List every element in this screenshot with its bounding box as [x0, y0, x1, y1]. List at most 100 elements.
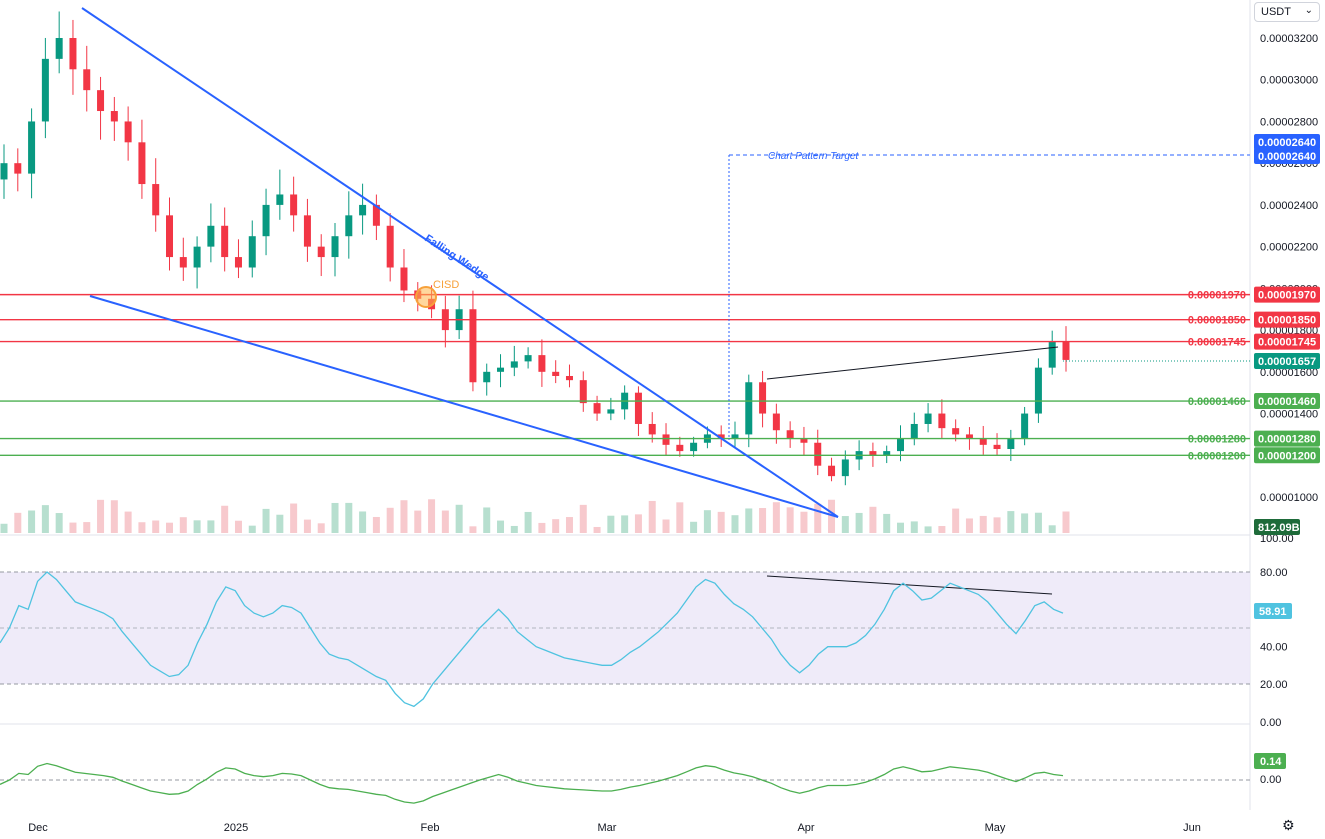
- volume-bar: [759, 508, 767, 533]
- volume-bar: [303, 519, 311, 533]
- volume-bar: [386, 507, 394, 533]
- volume-bar: [262, 508, 270, 533]
- price-divergence-line[interactable]: [766, 346, 1059, 380]
- candle-body: [276, 194, 284, 205]
- volume-bar: [896, 522, 904, 533]
- rsi-axis-ticks: 100.0080.0040.0020.000.00: [1260, 533, 1294, 729]
- candle-body: [221, 225, 229, 258]
- volume-bar: [41, 505, 49, 533]
- volume-bar: [221, 505, 229, 533]
- level-tag: 0.00001200: [1258, 450, 1316, 462]
- volume-bar: [648, 500, 656, 533]
- volume-bar: [855, 512, 863, 533]
- candle-body: [290, 194, 298, 216]
- candle-body: [331, 236, 339, 258]
- candle-body: [345, 215, 353, 237]
- candle-body: [55, 38, 63, 59]
- volume-bar: [28, 510, 36, 533]
- candle-body: [497, 367, 505, 372]
- volume-bar: [345, 502, 353, 533]
- volume-bar: [565, 517, 573, 533]
- candle-body: [97, 90, 105, 112]
- candle-body: [1048, 341, 1056, 368]
- level-tag: 0.00001745: [1258, 337, 1316, 349]
- last-price-tag: 0.00001657: [1258, 356, 1316, 368]
- oscillator-line: [0, 762, 1064, 804]
- volume-bar: [248, 525, 256, 533]
- candle-body: [579, 380, 587, 404]
- candle-body: [910, 423, 918, 439]
- price-tick: 0.00002200: [1260, 242, 1318, 254]
- volume-bar: [455, 504, 463, 533]
- time-tick: Feb: [421, 822, 440, 834]
- horizontal-levels[interactable]: 0.00001970 0.00001850 0.00001745 0.00001460…: [0, 290, 1250, 463]
- volume-bar: [524, 511, 532, 533]
- volume-bar: [924, 526, 932, 533]
- level-label: 0.00001200: [1188, 450, 1246, 462]
- volume-bar: [979, 515, 987, 533]
- candle-body: [593, 403, 601, 414]
- chart-canvas[interactable]: 0.00001970 0.00001850 0.00001745 0.00001460…: [0, 0, 1325, 839]
- level-tag: 0.00001970: [1258, 290, 1316, 302]
- price-tick: 0.00001000: [1260, 492, 1318, 504]
- volume-bar: [814, 503, 822, 533]
- volume-bar: [607, 515, 615, 533]
- candle-body: [993, 444, 1001, 450]
- candle-body: [83, 69, 91, 91]
- target-tag: 0.00002640: [1258, 137, 1316, 149]
- candle-body: [1007, 438, 1015, 450]
- candle-body: [896, 438, 904, 452]
- candle-body: [193, 246, 201, 268]
- volume-bar: [83, 522, 91, 533]
- volume-bar: [841, 516, 849, 533]
- candle-body: [14, 163, 22, 174]
- volume-bar: [69, 522, 77, 533]
- wedge-lower-line[interactable]: [89, 295, 839, 518]
- candle-body: [166, 215, 174, 258]
- volume-bar: [372, 516, 380, 533]
- price-tick: 0.00002800: [1260, 116, 1318, 128]
- currency-label: USDT: [1261, 6, 1291, 18]
- candle-body: [41, 58, 49, 122]
- candle-body: [552, 371, 560, 376]
- level-label: 0.00001970: [1188, 290, 1246, 302]
- currency-selector[interactable]: USDT ⌄: [1254, 2, 1320, 22]
- volume-bar: [786, 507, 794, 533]
- volume-bar: [883, 513, 891, 533]
- level-tag: 0.00001280: [1258, 434, 1316, 446]
- volume-bar: [483, 507, 491, 533]
- time-tick: May: [985, 822, 1006, 834]
- gear-icon[interactable]: ⚙: [1282, 818, 1298, 834]
- volume-bar: [193, 520, 201, 533]
- volume-bar: [1021, 513, 1029, 533]
- candle-body: [69, 38, 77, 70]
- candle-body: [359, 204, 367, 216]
- volume-bar: [331, 502, 339, 533]
- candle-body: [841, 459, 849, 477]
- chevron-down-icon: ⌄: [1304, 5, 1313, 16]
- volume-bar: [0, 523, 8, 533]
- volume-bar: [772, 502, 780, 533]
- time-axis[interactable]: Dec 2025 Feb Mar Apr May Jun: [28, 822, 1201, 834]
- candle-body: [662, 434, 670, 445]
- volume-bar: [110, 500, 118, 533]
- candle-body: [234, 257, 242, 268]
- volume-bar: [510, 525, 518, 533]
- volume-bar: [469, 526, 477, 533]
- candle-body: [262, 204, 270, 237]
- volume-bar: [14, 512, 22, 533]
- time-tick: 2025: [224, 822, 248, 834]
- volume-bar: [552, 519, 560, 533]
- price-tick: 0.00002400: [1260, 200, 1318, 212]
- candle-body: [759, 382, 767, 414]
- candle-body: [1062, 341, 1070, 360]
- volume-bar: [138, 522, 146, 533]
- candle-body: [634, 392, 642, 424]
- candle-body: [772, 413, 780, 431]
- volume-bar: [621, 515, 629, 533]
- level-tag: 0.00001460: [1258, 396, 1316, 408]
- volume-tag: 812.09B: [1258, 522, 1300, 534]
- candle-body: [386, 225, 394, 268]
- cisd-label: CISD: [433, 279, 459, 291]
- level-label: 0.00001280: [1188, 434, 1246, 446]
